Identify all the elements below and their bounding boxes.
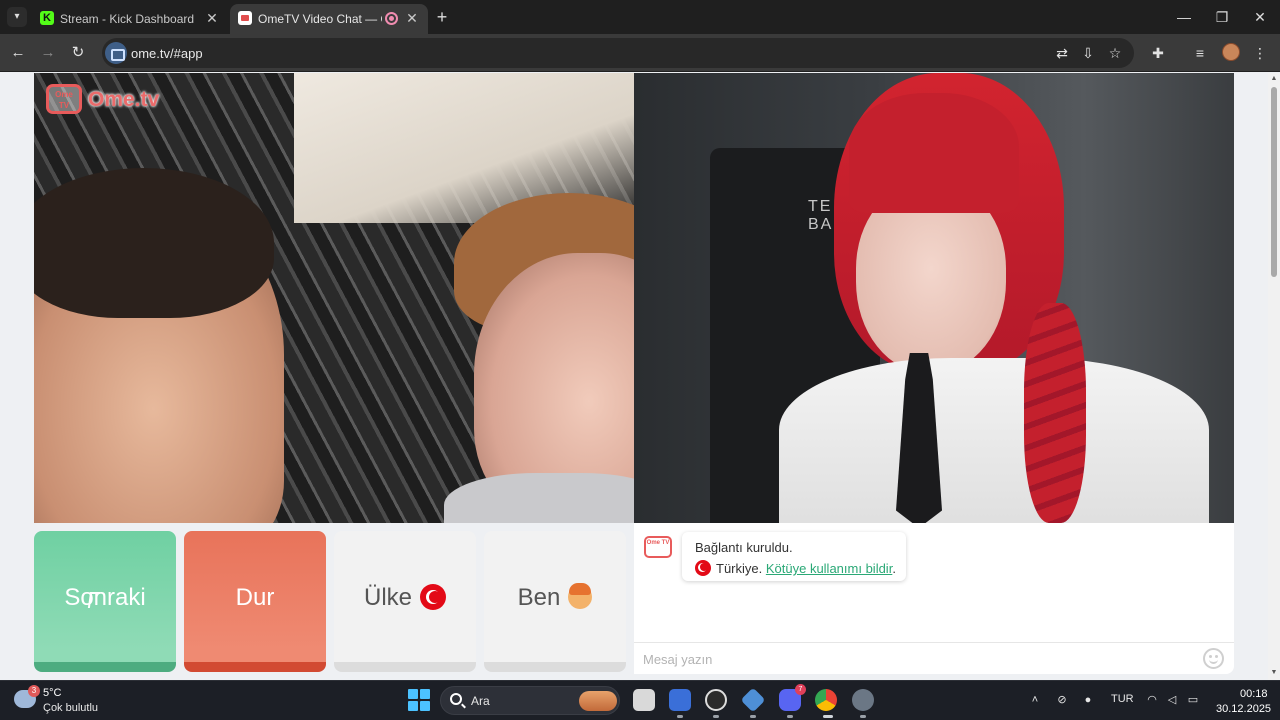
app-blue-icon[interactable] [669,689,691,711]
ometv-icon [238,11,252,25]
boy-emoji-icon [568,583,593,609]
obs-icon[interactable] [705,689,727,711]
settings-icon[interactable] [852,689,874,711]
scrollbar-thumb[interactable] [1271,87,1277,277]
search-label: Ara [471,694,490,708]
minimize-button[interactable]: — [1172,6,1196,28]
scroll-down-arrow-icon[interactable]: ▼ [1270,669,1278,677]
search-icon [450,693,462,705]
start-button[interactable] [408,689,430,711]
windows-taskbar: 3 5°C Çok bulutlu Ara 7 ˄ ⊘ ● TUR ◠ ◁ ▭ … [0,680,1280,720]
chat-panel: Ome TV Bağlantı kuruldu. Türkiye. Kötüye… [634,523,1234,674]
volume-icon[interactable]: ◁ [1165,693,1179,707]
person-hair [34,168,274,318]
search-highlight-image [579,691,617,711]
tab-title: OmeTV Video Chat — Ome [258,12,382,26]
tab-close-icon[interactable]: ✕ [404,10,420,26]
report-suffix: . [892,561,896,576]
me-button-label: Ben [517,584,561,611]
country-report-line: Türkiye. Kötüye kullanımı bildir. [695,560,896,576]
discord-icon[interactable]: 7 [779,684,806,711]
taskbar-search[interactable]: Ara [440,686,620,715]
active-indicator [823,715,833,718]
next-button[interactable]: Sonraki [34,531,176,672]
extensions-icon[interactable]: ✚ [1148,43,1168,63]
chrome-icon[interactable] [815,689,837,711]
tab-close-icon[interactable]: ✕ [204,10,220,26]
remote-video: TE BA [634,73,1234,523]
ometv-logo[interactable]: Ome TV Ome.tv [46,80,160,116]
restore-button[interactable]: ❐ [1210,6,1234,28]
window-close-button[interactable]: ✕ [1248,6,1272,28]
address-bar[interactable]: ome.tv/#app ⇄ ⇩ ☆ [102,38,1134,68]
weather-badge: 3 [28,685,40,697]
turkey-flag-icon [695,560,711,576]
next-button-label: Sonraki [64,584,146,611]
reload-button[interactable]: ↻ [67,42,89,64]
tab-title: Stream - Kick Dashboard [60,12,195,26]
ometv-chat-logo-icon: Ome TV [644,536,672,558]
emoji-picker-icon[interactable] [1203,648,1224,669]
language-indicator[interactable]: TUR [1111,693,1134,705]
media-controls-icon[interactable]: ≡ [1190,43,1210,63]
scroll-up-arrow-icon[interactable]: ▲ [1270,75,1278,83]
site-info-icon[interactable] [105,42,127,64]
tray-overflow-chevron-icon[interactable]: ˄ [1028,693,1042,707]
message-input[interactable] [643,649,1183,669]
tab-kick-dashboard[interactable]: K Stream - Kick Dashboard ✕ [32,4,228,34]
app-diamond-icon[interactable] [740,687,766,713]
tray-app-icon[interactable]: ⊘ [1055,693,1069,707]
browser-toolbar: ← → ↻ ome.tv/#app ⇄ ⇩ ☆ ✚ ≡ ⋮ [0,34,1280,72]
wifi-icon[interactable]: ◠ [1145,693,1159,707]
menu-kebab-icon[interactable]: ⋮ [1250,43,1270,63]
page-scrollbar[interactable]: ▲ ▼ [1268,73,1280,680]
url-text: ome.tv/#app [131,46,203,61]
discord-badge: 7 [795,684,806,695]
profile-avatar[interactable] [1222,43,1240,61]
local-video [34,73,634,523]
person-hoodie [444,473,634,523]
report-abuse-link[interactable]: Kötüye kullanımı bildir [766,561,892,576]
chair-logo-text: TE BA [808,198,834,233]
running-indicator [787,715,793,718]
bookmark-star-icon[interactable]: ☆ [1105,43,1125,63]
running-indicator [713,715,719,718]
country-name: Türkiye. [716,561,763,576]
person-shirt [779,358,1209,523]
recording-indicator-icon [385,12,398,25]
chat-input-bar [634,642,1234,674]
weather-desc[interactable]: Çok bulutlu [43,702,98,714]
country-filter-button[interactable]: Ülke [334,531,476,672]
turkey-flag-icon [420,584,446,610]
running-indicator [677,715,683,718]
translate-icon[interactable]: ⇄ [1052,43,1072,63]
clock-time[interactable]: 00:18 [1240,688,1268,700]
clock-date[interactable]: 30.12.2025 [1216,703,1271,715]
tab-ometv[interactable]: OmeTV Video Chat — Ome ✕ [230,4,428,34]
weather-temp[interactable]: 5°C [43,687,61,699]
browser-tab-strip: ▾ K Stream - Kick Dashboard ✕ OmeTV Vide… [0,0,1280,34]
person-bangs [849,93,1019,213]
me-gender-button[interactable]: Ben [484,531,626,672]
new-tab-button[interactable]: + [432,7,452,27]
microphone-icon[interactable]: ● [1081,693,1095,707]
person-braid [1024,303,1086,523]
running-indicator [750,715,756,718]
file-explorer-icon[interactable] [633,689,655,711]
tab-search-chevron-icon[interactable]: ▾ [7,7,27,27]
ometv-logo-text: Ome.tv [88,88,160,111]
country-button-label: Ülke [363,584,412,611]
back-button[interactable]: ← [7,42,29,64]
system-message: Bağlantı kuruldu. Türkiye. Kötüye kullan… [682,532,906,581]
forward-button[interactable]: → [37,42,59,64]
kick-icon: K [40,11,54,25]
connection-message: Bağlantı kuruldu. [695,540,793,555]
ometv-tv-icon: Ome TV [46,84,82,114]
running-indicator [860,715,866,718]
stop-button[interactable]: Dur [184,531,326,672]
stop-button-label: Dur [235,584,275,611]
battery-icon[interactable]: ▭ [1186,693,1200,707]
install-app-icon[interactable]: ⇩ [1078,43,1098,63]
